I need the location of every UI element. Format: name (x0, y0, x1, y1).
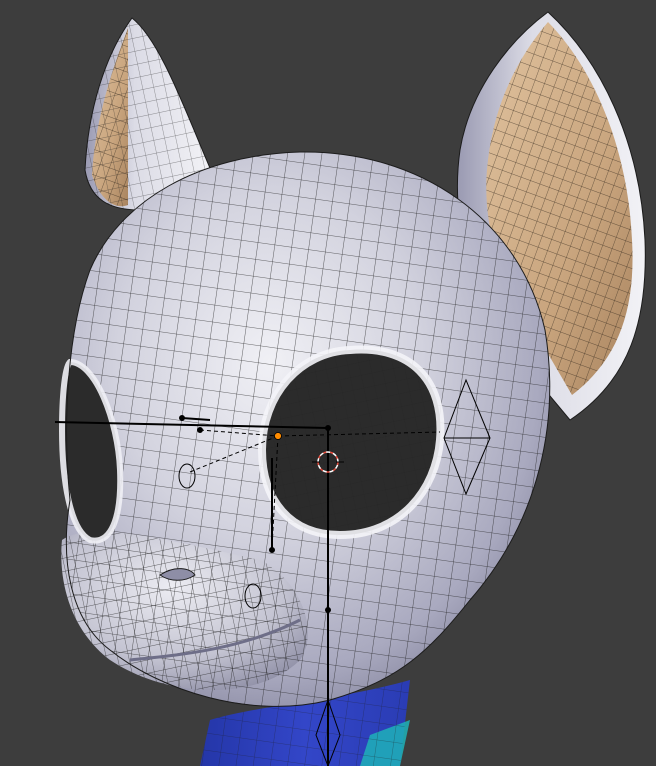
3d-viewport[interactable] (0, 0, 656, 766)
pony-head-mesh[interactable] (40, 140, 560, 720)
right-eye-socket (257, 345, 445, 540)
selected-bone-joint[interactable] (274, 432, 282, 440)
viewport-canvas[interactable] (0, 0, 656, 766)
